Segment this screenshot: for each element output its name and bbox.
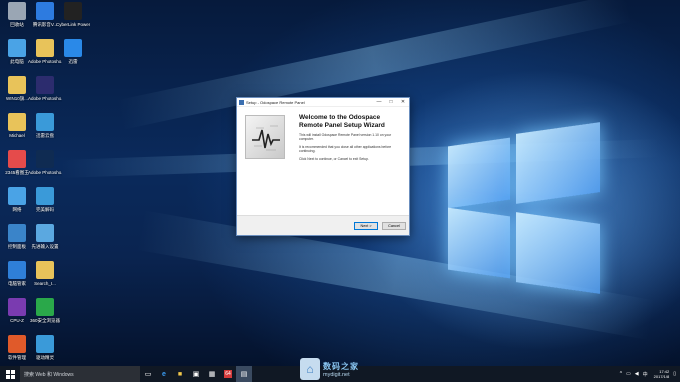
notification-icon[interactable]: ▯ [673,371,676,377]
setup-app-icon [239,99,244,105]
powerdvd-icon [64,2,82,20]
cpuz-icon [8,298,26,316]
explorer-icon[interactable]: ■ [172,366,188,382]
image-viewer-icon [8,150,26,168]
watermark: ⌂ 数码之家 mydigit.net [300,356,359,382]
desktop-icon-label: Adobe Photosho... [28,170,62,175]
dialog-title: Setup - Odospace Remote Panel [246,99,305,105]
shield-icon [8,261,26,279]
task-view-icon[interactable]: ▭ [140,366,156,382]
desktop-icon-label: CyberLink PowerDV... [56,22,90,27]
search-placeholder: 搜索 Web 和 Windows [24,371,74,378]
watermark-cn: 数码之家 [323,361,359,371]
desktop-icon-label: 先进输入设置 [31,244,59,249]
windows-logo [448,120,608,300]
dialog-titlebar[interactable]: Setup - Odospace Remote Panel — □ ✕ [237,98,409,107]
network-icon [8,187,26,205]
photoshop-icon [36,150,54,168]
desktop-icon[interactable]: 迅雷云盘 [28,113,62,139]
media-player-icon [36,2,54,20]
desktop-icon[interactable]: 完美解码 [28,187,62,213]
desktop-icon[interactable]: Adobe Photosho... [28,76,62,102]
clock[interactable]: 17:42 2017/1/8 [654,369,670,379]
photoshop-icon [36,76,54,94]
desktop-icon[interactable]: CyberLink PowerDV... [56,2,90,28]
desktop-icon-label: Adobe Photosho... [28,96,62,101]
dialog-body: Welcome to the Odospace Remote Panel Set… [237,107,409,215]
edge-icon[interactable]: e [156,366,172,382]
maximize-button[interactable]: □ [385,99,397,105]
folder-icon [8,76,26,94]
close-button[interactable]: ✕ [397,99,409,105]
folder-icon [36,39,54,57]
desktop-icon[interactable]: 驱动精灵 [28,335,62,361]
desktop-icon-label: 完美解码 [36,207,54,212]
desktop-icon[interactable]: Search_I... [28,261,62,287]
mydigit-logo: ⌂ [300,358,320,380]
desktop-icon-label: Search_I... [34,281,56,286]
system-tray: ^ ▭ ◀ 中 17:42 2017/1/8 ▯ [616,366,680,382]
desktop-icon[interactable]: 360安全浏览器 [28,298,62,324]
tray-arrow-icon[interactable]: ^ [620,371,622,377]
driver-icon [36,335,54,353]
minimize-button[interactable]: — [373,99,385,105]
desktop-icon-label: 迅雷 [68,59,78,64]
desktop-icon-label: 360安全浏览器 [29,318,60,323]
desktop-icon-label: 迅雷云盘 [36,133,54,138]
instruction-text: Click Next to continue, or Cancel to exi… [299,157,369,161]
wizard-heading: Welcome to the Odospace Remote Panel Set… [299,114,385,129]
taskbar-search-box[interactable]: 搜索 Web 和 Windows [20,366,140,382]
app-64-label: 64 [224,370,232,378]
cancel-button[interactable]: Cancel [382,222,406,230]
desktop-icon[interactable]: Adobe Photosho... [28,150,62,176]
folder-icon [8,113,26,131]
setup-dialog: Setup - Odospace Remote Panel — □ ✕ Welc… [236,97,410,236]
wizard-logo-image [245,115,285,159]
desktop-icon[interactable]: 先进输入设置 [28,224,62,250]
clock-date: 2017/1/8 [653,374,670,379]
network-tray-icon[interactable]: ▭ [626,371,631,377]
software-manager-icon [8,335,26,353]
control-panel-icon [8,224,26,242]
setup-taskbar-icon[interactable]: ▤ [236,366,252,382]
calculator-icon[interactable]: ▦ [204,366,220,382]
install-info-text: This will install Odospace Remote Panel … [299,133,392,142]
input-language[interactable]: 中 [643,371,648,378]
browser-icon [36,298,54,316]
next-button[interactable]: Next > [354,222,378,230]
thunder-icon [64,39,82,57]
decoder-icon [36,187,54,205]
volume-icon[interactable]: ◀ [635,371,639,377]
settings-icon [36,224,54,242]
desktop-icon[interactable]: 迅雷 [56,39,90,65]
dialog-footer: Next > Cancel [237,215,409,235]
watermark-url: mydigit.net [323,371,350,378]
pulse-graph-icon [252,125,280,151]
cloud-icon [36,113,54,131]
store-icon[interactable]: ▣ [188,366,204,382]
recommendation-text: It is recommended that you close all oth… [299,145,392,154]
desktop: 回收站腾讯影音V...CyberLink PowerDV...此电脑Adobe … [0,0,680,366]
windows-start-icon [5,369,15,379]
desktop-icon-label: 驱动精灵 [36,355,54,360]
computer-icon [8,39,26,57]
app-64-icon[interactable]: 64 [220,366,236,382]
file-icon [36,261,54,279]
start-button[interactable] [0,366,20,382]
recycle-bin-icon [8,2,26,20]
